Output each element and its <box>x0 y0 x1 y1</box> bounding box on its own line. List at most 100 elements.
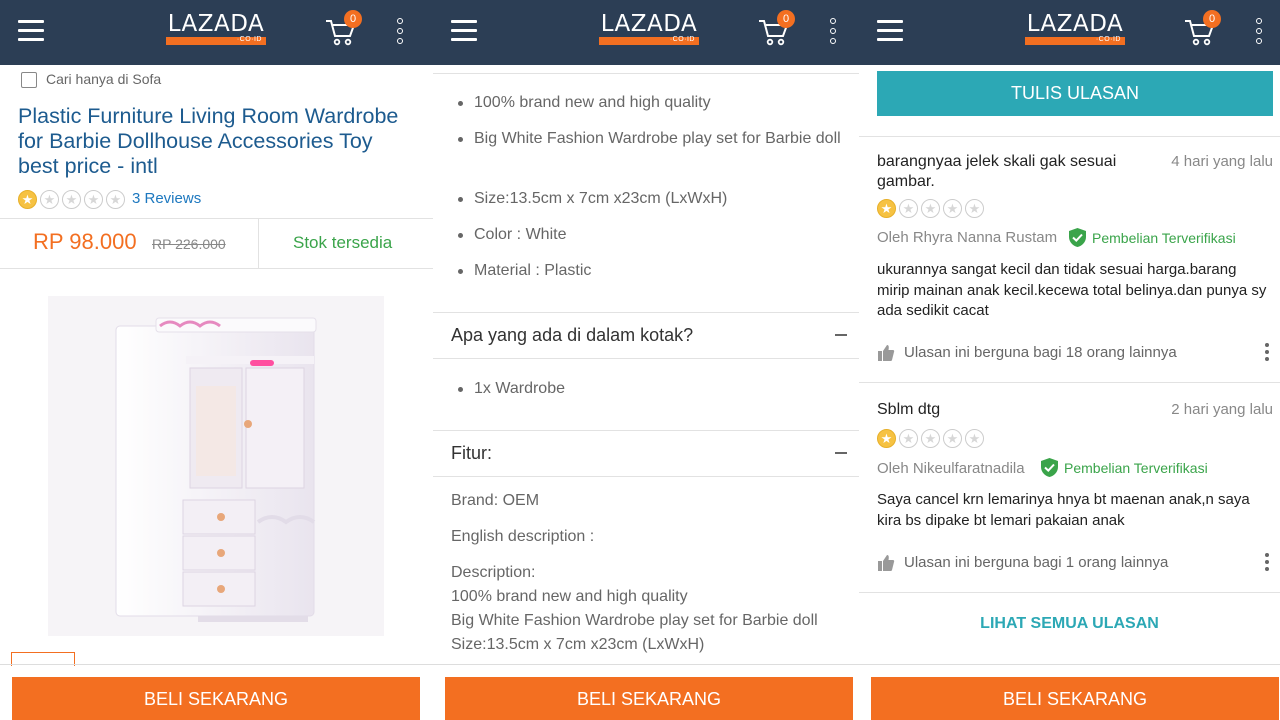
verified-purchase-label: Pembelian Terverifikasi <box>1064 460 1208 476</box>
reviews-link[interactable]: 3 Reviews <box>132 190 201 207</box>
divider <box>258 219 259 268</box>
highlight-item: 100% brand new and high quality <box>458 91 846 115</box>
star-icon <box>921 429 940 448</box>
review-more-icon[interactable] <box>1265 343 1269 361</box>
buy-now-button[interactable]: BELI SEKARANG <box>12 677 420 720</box>
star-icon <box>899 429 918 448</box>
brand-text: Brand: OEM <box>451 492 540 509</box>
helpful-count: Ulasan ini berguna bagi 1 orang lainnya <box>904 554 1169 571</box>
product-rating-stars <box>18 190 125 209</box>
highlight-item: Size:13.5cm x 7cm x23cm (LxWxH) <box>458 187 846 211</box>
thumbs-up-icon[interactable] <box>877 554 895 572</box>
hamburger-menu-icon[interactable] <box>18 20 44 42</box>
divider <box>433 73 859 74</box>
divider <box>0 218 433 219</box>
review-body: Saya cancel krn lemarinya hnya bt maenan… <box>877 491 1250 529</box>
more-vertical-icon[interactable] <box>828 18 838 46</box>
star-icon <box>877 429 896 448</box>
star-icon <box>62 190 81 209</box>
lazada-logo[interactable]: LAZADA ·CO·ID <box>166 12 266 45</box>
divider <box>433 358 859 359</box>
divider <box>0 664 433 665</box>
cart-count-badge: 0 <box>1203 10 1221 28</box>
buy-now-button[interactable]: BELI SEKARANG <box>445 677 853 720</box>
search-only-label: Cari hanya di Sofa <box>46 71 162 87</box>
review-author: Oleh Nikeulfaratnadila <box>877 460 1025 477</box>
star-icon <box>877 199 896 218</box>
cart-count-badge: 0 <box>777 10 795 28</box>
box-item: 1x Wardrobe <box>458 377 846 401</box>
verified-shield-icon <box>1069 228 1086 247</box>
product-image[interactable] <box>48 296 384 636</box>
cart-count-badge: 0 <box>344 10 362 28</box>
divider <box>0 268 433 269</box>
more-vertical-icon[interactable] <box>1254 18 1264 46</box>
verified-purchase-label: Pembelian Terverifikasi <box>1092 230 1236 246</box>
hamburger-menu-icon[interactable] <box>451 20 477 42</box>
description-label: Description: <box>451 564 536 581</box>
description-line: 100% brand new and high quality <box>451 588 688 605</box>
write-review-button[interactable]: TULIS ULASAN <box>877 71 1273 116</box>
divider <box>859 592 1280 593</box>
divider <box>433 664 859 665</box>
helpful-count: Ulasan ini berguna bagi 18 orang lainnya <box>904 344 1177 361</box>
hamburger-menu-icon[interactable] <box>877 20 903 42</box>
app-header: LAZADA ·CO·ID 0 <box>859 0 1280 65</box>
price: RP 98.000 <box>33 229 137 254</box>
features-title[interactable]: Fitur: <box>451 443 492 464</box>
collapse-icon[interactable] <box>835 334 847 336</box>
lazada-logo[interactable]: LAZADA ·CO·ID <box>599 12 699 45</box>
star-icon <box>84 190 103 209</box>
star-icon <box>899 199 918 218</box>
star-icon <box>943 429 962 448</box>
logo-text: LAZADA <box>600 11 698 37</box>
app-header: LAZADA ·CO·ID 0 <box>0 0 433 65</box>
review-date: 4 hari yang lalu <box>1171 153 1273 170</box>
collapse-icon[interactable] <box>835 452 847 454</box>
product-panel: LAZADA ·CO·ID 0 Cari hanya di Sofa Plast… <box>0 0 433 720</box>
star-icon <box>921 199 940 218</box>
star-icon <box>943 199 962 218</box>
divider <box>433 430 859 431</box>
star-icon <box>18 190 37 209</box>
divider <box>433 476 859 477</box>
highlight-item: Color : White <box>458 223 846 247</box>
review-body: ukurannya sangat kecil dan tidak sesuai … <box>877 261 1267 319</box>
star-icon <box>965 199 984 218</box>
highlight-item: Big White Fashion Wardrobe play set for … <box>458 127 846 151</box>
see-all-reviews-link[interactable]: LIHAT SEMUA ULASAN <box>859 615 1280 633</box>
star-icon <box>40 190 59 209</box>
logo-sub: ·CO·ID <box>236 36 262 43</box>
cart-icon[interactable]: 0 <box>1183 10 1221 48</box>
review-title: Sblm dtg <box>877 401 941 418</box>
description-line: Size:13.5cm x 7cm x23cm (LxWxH) <box>451 636 705 653</box>
description-line: Big White Fashion Wardrobe play set for … <box>451 612 818 629</box>
verified-shield-icon <box>1041 458 1058 477</box>
highlight-item: Material : Plastic <box>458 259 846 283</box>
review-title: barangnyaa jelek skali gak sesuai gambar… <box>877 153 1117 190</box>
logo-text: LAZADA <box>1026 11 1124 37</box>
product-title: Plastic Furniture Living Room Wardrobe f… <box>18 104 399 178</box>
stock-status: Stok tersedia <box>293 233 393 252</box>
buy-now-button[interactable]: BELI SEKARANG <box>871 677 1279 720</box>
review-more-icon[interactable] <box>1265 553 1269 571</box>
review-date: 2 hari yang lalu <box>1171 401 1273 418</box>
search-only-checkbox[interactable] <box>21 72 37 88</box>
box-contents-title[interactable]: Apa yang ada di dalam kotak? <box>451 325 693 346</box>
review-author: Oleh Rhyra Nanna Rustam <box>877 229 1058 246</box>
english-description-label: English description : <box>451 528 595 545</box>
thumbs-up-icon[interactable] <box>877 344 895 362</box>
review-rating-stars <box>877 199 984 218</box>
cart-icon[interactable]: 0 <box>757 10 795 48</box>
review-rating-stars <box>877 429 984 448</box>
app-header: LAZADA ·CO·ID 0 <box>433 0 859 65</box>
more-vertical-icon[interactable] <box>395 18 405 46</box>
cart-icon[interactable]: 0 <box>324 10 362 48</box>
lazada-logo[interactable]: LAZADA ·CO·ID <box>1025 12 1125 45</box>
star-icon <box>106 190 125 209</box>
divider <box>859 136 1280 137</box>
divider <box>433 312 859 313</box>
divider <box>859 382 1280 383</box>
divider <box>859 664 1280 665</box>
logo-sub: ·CO·ID <box>1095 36 1121 43</box>
